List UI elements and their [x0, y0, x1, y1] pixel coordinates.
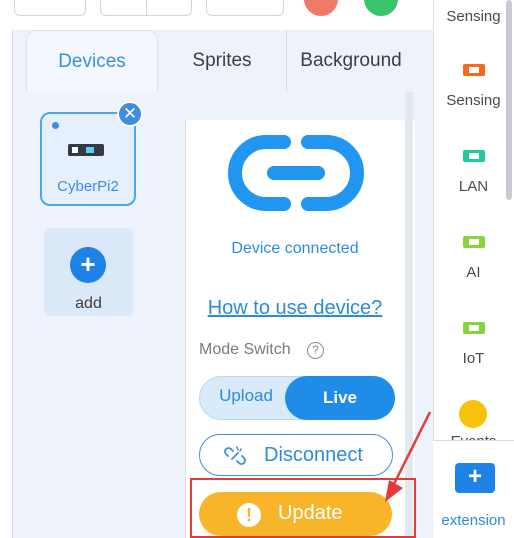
device-name: CyberPi2: [57, 178, 119, 195]
lan-chip-icon[interactable]: [463, 150, 485, 162]
remove-device-close-icon[interactable]: ✕: [117, 101, 143, 127]
connection-status: Device connected: [231, 240, 359, 257]
category-lan-label[interactable]: LAN: [433, 178, 514, 195]
cyberpi-board-icon: [68, 144, 104, 156]
tab-devices[interactable]: Devices: [26, 30, 158, 92]
sensing-chip-icon[interactable]: [463, 64, 485, 76]
broken-link-icon: [224, 446, 246, 465]
add-device-label: add: [75, 295, 102, 312]
update-label: Update: [278, 502, 343, 524]
upload-mode-option[interactable]: Upload: [208, 386, 284, 406]
toolbar-button[interactable]: [14, 0, 86, 16]
disconnect-label: Disconnect: [264, 444, 363, 466]
stop-button[interactable]: [304, 0, 338, 16]
divider: [146, 0, 147, 16]
tab-background[interactable]: Background: [287, 30, 415, 92]
exclamation-icon: !: [237, 503, 261, 527]
events-dot-icon[interactable]: [459, 400, 487, 428]
add-extension-icon[interactable]: +: [455, 463, 495, 493]
category-sensing-label[interactable]: Sensing: [433, 92, 514, 109]
mode-switch-label: Mode Switch: [199, 341, 291, 358]
category-sensing-label[interactable]: Sensing: [433, 8, 514, 25]
help-icon[interactable]: ?: [307, 342, 324, 359]
go-button[interactable]: [364, 0, 398, 16]
toolbar-button[interactable]: [206, 0, 284, 16]
category-iot-label[interactable]: IoT: [433, 350, 514, 367]
extension-label[interactable]: extension: [433, 512, 514, 529]
tab-sprites[interactable]: Sprites: [158, 30, 286, 92]
ai-chip-icon[interactable]: [463, 236, 485, 248]
iot-chip-icon[interactable]: [463, 322, 485, 334]
plus-icon: +: [70, 247, 106, 283]
annotation-arrow-icon: [385, 411, 432, 502]
connected-link-icon: [228, 135, 364, 211]
selected-indicator: [52, 122, 59, 129]
category-ai-label[interactable]: AI: [433, 264, 514, 281]
how-to-use-link[interactable]: How to use device?: [190, 297, 400, 320]
